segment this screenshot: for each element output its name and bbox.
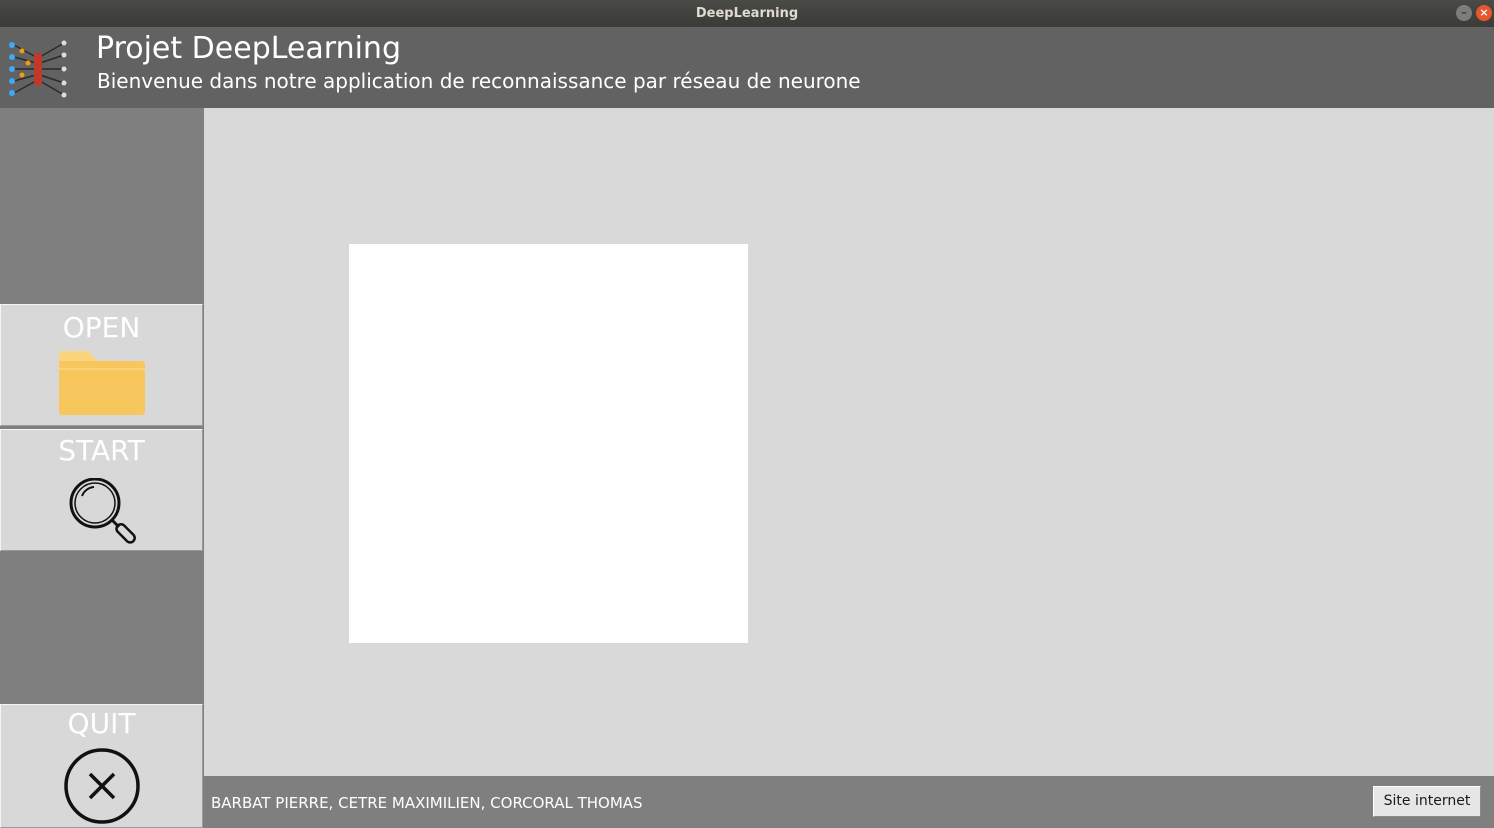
quit-button-label: QUIT	[67, 707, 136, 740]
close-circle-icon	[64, 748, 140, 824]
open-button[interactable]: OPEN	[0, 304, 203, 426]
image-canvas[interactable]	[349, 244, 748, 643]
site-internet-button[interactable]: Site internet	[1373, 786, 1481, 817]
start-button-label: START	[58, 434, 145, 467]
close-icon[interactable]: ×	[1476, 5, 1492, 21]
authors-text: BARBAT PIERRE, CETRE MAXIMILIEN, CORCORA…	[211, 794, 643, 812]
neural-network-icon	[9, 40, 67, 98]
app-header: Projet DeepLearning Bienvenue dans notre…	[0, 27, 1494, 108]
folder-icon	[59, 351, 145, 415]
page-title: Projet DeepLearning	[96, 31, 401, 66]
window-titlebar: DeepLearning – ×	[0, 0, 1494, 27]
sidebar: OPEN START QUIT	[0, 108, 204, 828]
footer: BARBAT PIERRE, CETRE MAXIMILIEN, CORCORA…	[204, 776, 1494, 828]
open-button-label: OPEN	[62, 311, 141, 344]
window-title: DeepLearning	[695, 6, 799, 21]
start-button[interactable]: START	[0, 429, 203, 551]
page-subtitle: Bienvenue dans notre application de reco…	[97, 69, 861, 93]
quit-button[interactable]: QUIT	[0, 704, 203, 828]
minimize-icon[interactable]: –	[1456, 5, 1472, 21]
magnifier-icon	[69, 478, 136, 544]
